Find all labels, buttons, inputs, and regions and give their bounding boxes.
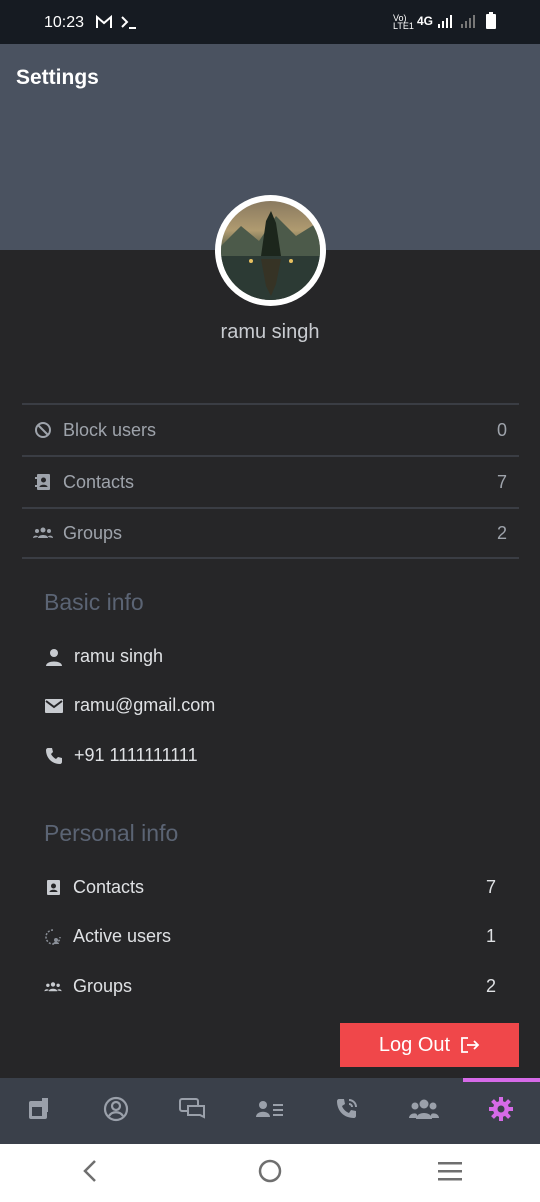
tab-chats[interactable] <box>154 1078 231 1144</box>
status-bar: 10:23 Vo) LTE1 4G <box>0 0 540 44</box>
tab-settings[interactable] <box>462 1078 540 1144</box>
page-title: Settings <box>16 66 99 89</box>
block-icon <box>33 420 53 440</box>
personal-info-label: Active users <box>73 926 172 946</box>
groups-icon <box>409 1098 440 1125</box>
phone-icon <box>44 746 64 766</box>
signal-icon <box>437 13 453 34</box>
tab-profile[interactable] <box>77 1078 154 1144</box>
stat-label: Block users <box>63 419 157 440</box>
stat-value: 2 <box>496 522 507 543</box>
avatar[interactable] <box>215 195 326 306</box>
personal-info-groups[interactable]: Groups 2 <box>44 976 496 997</box>
stat-groups[interactable]: Groups 2 <box>22 507 519 559</box>
personal-info-value: 7 <box>485 877 496 897</box>
profile-name: ramu singh <box>220 321 320 343</box>
system-nav-bar <box>0 1144 540 1202</box>
home-circle-icon <box>257 1158 283 1189</box>
stat-value: 0 <box>496 419 507 440</box>
back-button[interactable] <box>60 1153 120 1193</box>
signal-weak-icon <box>460 13 476 34</box>
person-icon <box>44 647 64 667</box>
menu-icon <box>437 1160 463 1187</box>
basic-info-title: Basic info <box>44 589 144 615</box>
groups-icon <box>33 523 53 543</box>
calls-icon <box>335 1097 359 1126</box>
home-icon <box>27 1097 51 1126</box>
personal-info-value: 1 <box>485 926 496 946</box>
logout-label: Log Out <box>378 1033 451 1056</box>
stat-label: Contacts <box>63 471 135 492</box>
personal-info-title: Personal info <box>44 820 179 846</box>
stat-contacts[interactable]: Contacts 7 <box>22 455 519 507</box>
stats-list: Block users 0 Contacts 7 Groups 2 <box>22 403 519 559</box>
personal-info-label: Contacts <box>73 877 145 897</box>
basic-info-phone: +91 1111111111 <box>44 745 198 766</box>
network-type: 4G <box>417 14 434 28</box>
bottom-nav <box>0 1078 540 1144</box>
personal-info-label: Groups <box>73 976 133 996</box>
stat-value: 7 <box>496 471 507 492</box>
stat-label: Groups <box>63 522 123 543</box>
tab-contacts[interactable] <box>231 1078 308 1144</box>
contacts-list-icon <box>255 1099 284 1124</box>
settings-icon <box>488 1096 514 1127</box>
logout-button[interactable]: Log Out <box>340 1023 519 1067</box>
tab-calls[interactable] <box>309 1078 386 1144</box>
chats-icon <box>178 1097 207 1125</box>
battery-icon <box>485 12 497 35</box>
basic-info-phone-text: +91 1111111111 <box>74 745 198 765</box>
tab-groups[interactable] <box>386 1078 463 1144</box>
personal-info-contacts[interactable]: Contacts 7 <box>44 877 496 898</box>
groups-icon <box>44 978 62 996</box>
mail-icon <box>44 696 64 716</box>
home-button[interactable] <box>240 1153 300 1193</box>
contacts-book-icon <box>33 472 53 492</box>
personal-info-value: 2 <box>485 976 496 996</box>
basic-info-email-text: ramu@gmail.com <box>74 695 216 715</box>
stat-block-users[interactable]: Block users 0 <box>22 403 519 455</box>
basic-info-name: ramu singh <box>44 646 163 667</box>
profile-icon <box>103 1096 129 1127</box>
avatar-image <box>221 201 320 300</box>
terminal-icon <box>120 14 138 35</box>
basic-info-email: ramu@gmail.com <box>44 695 215 716</box>
basic-info-name-text: ramu singh <box>74 646 164 666</box>
logout-icon <box>460 1036 480 1054</box>
recents-button[interactable] <box>420 1153 480 1193</box>
personal-info-active-users[interactable]: Active users 1 <box>44 926 496 947</box>
status-time: 10:23 <box>44 14 85 31</box>
contacts-book-icon <box>44 879 62 897</box>
tab-home[interactable] <box>0 1078 77 1144</box>
back-icon <box>82 1159 98 1188</box>
active-users-icon <box>44 928 62 946</box>
gmail-icon <box>95 14 113 35</box>
volte-icon: Vo) LTE1 <box>393 13 414 31</box>
